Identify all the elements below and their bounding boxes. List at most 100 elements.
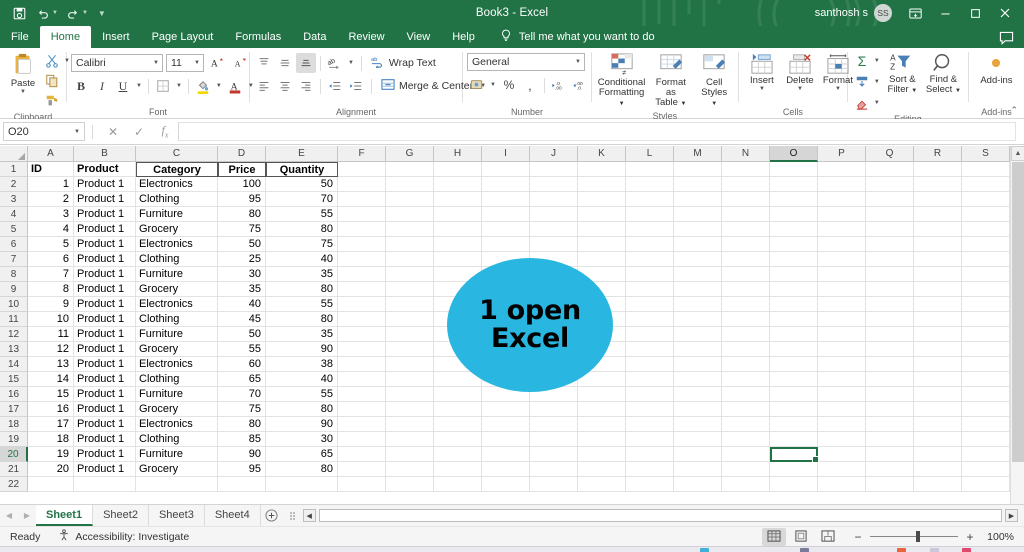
grid-cell[interactable] [818, 282, 866, 297]
grid-cell[interactable] [626, 297, 674, 312]
align-top-icon[interactable] [254, 53, 274, 73]
grid-cell[interactable] [338, 252, 386, 267]
grid-cell[interactable] [818, 222, 866, 237]
grid-cell[interactable] [962, 447, 1010, 462]
column-title-cell[interactable] [386, 162, 434, 177]
grid-cell[interactable]: Furniture [136, 447, 218, 462]
grid-cell[interactable] [482, 432, 530, 447]
grid-cell[interactable] [770, 207, 818, 222]
grid-cell[interactable]: 75 [266, 237, 338, 252]
grid-cell[interactable] [338, 207, 386, 222]
align-bottom-icon[interactable] [295, 53, 316, 73]
grid-cell[interactable] [674, 282, 722, 297]
grid-cell[interactable] [434, 222, 482, 237]
column-title-cell[interactable] [722, 162, 770, 177]
grid-cell[interactable]: Electronics [136, 417, 218, 432]
column-header-N[interactable]: N [722, 146, 770, 162]
grid-cell[interactable] [386, 357, 434, 372]
grid-cell[interactable] [962, 252, 1010, 267]
grid-cell[interactable] [578, 222, 626, 237]
column-title-cell[interactable] [962, 162, 1010, 177]
grid-cell[interactable]: 2 [28, 192, 74, 207]
grid-cell[interactable] [914, 192, 962, 207]
grid-cell[interactable]: Grocery [136, 342, 218, 357]
underline-dropdown-icon[interactable]: ▼ [134, 83, 144, 89]
tab-home[interactable]: Home [39, 26, 92, 48]
grid-cell[interactable]: Product 1 [74, 417, 136, 432]
grid-cell[interactable]: 14 [28, 372, 74, 387]
row-header-6[interactable]: 6 [0, 237, 28, 252]
grid-cell[interactable] [674, 447, 722, 462]
grid-cell[interactable] [338, 417, 386, 432]
column-title-cell[interactable]: Quantity [266, 162, 338, 177]
grid-cell[interactable] [770, 222, 818, 237]
column-header-O[interactable]: O [770, 146, 818, 162]
grid-cell[interactable] [914, 252, 962, 267]
column-header-S[interactable]: S [962, 146, 1010, 162]
autosum-icon[interactable]: Σ [852, 51, 872, 71]
grid-cell[interactable] [770, 447, 818, 462]
grid-cell[interactable] [386, 462, 434, 477]
grid-cell[interactable]: Product 1 [74, 372, 136, 387]
grid-cell[interactable]: 40 [266, 372, 338, 387]
borders-icon[interactable] [153, 76, 173, 96]
grid-cell[interactable] [866, 432, 914, 447]
tab-formulas[interactable]: Formulas [224, 26, 292, 48]
insert-cells-button[interactable]: Insert ▼ [743, 52, 781, 93]
grid-cell[interactable] [434, 417, 482, 432]
grid-cell[interactable]: 25 [218, 252, 266, 267]
grid-cell[interactable]: Clothing [136, 372, 218, 387]
grid-cell[interactable] [338, 282, 386, 297]
grid-cell[interactable] [674, 432, 722, 447]
column-header-H[interactable]: H [434, 146, 482, 162]
grid-cell[interactable] [962, 267, 1010, 282]
grid-cell[interactable]: Clothing [136, 252, 218, 267]
grid-cell[interactable] [386, 327, 434, 342]
grid-cell[interactable]: Electronics [136, 177, 218, 192]
grid-cell[interactable] [914, 357, 962, 372]
grid-cell[interactable] [578, 417, 626, 432]
grid-cell[interactable]: 75 [218, 222, 266, 237]
column-title-cell[interactable] [770, 162, 818, 177]
grid-cell[interactable] [338, 237, 386, 252]
grid-cell[interactable] [866, 192, 914, 207]
grid-cell[interactable] [674, 312, 722, 327]
grid-cell[interactable] [818, 192, 866, 207]
tab-view[interactable]: View [396, 26, 442, 48]
grid-cell[interactable]: 30 [266, 432, 338, 447]
grid-cell[interactable] [674, 297, 722, 312]
grid-cell[interactable]: 15 [28, 387, 74, 402]
grid-cell[interactable] [866, 237, 914, 252]
grid-cell[interactable] [866, 327, 914, 342]
column-header-I[interactable]: I [482, 146, 530, 162]
grid-cell[interactable] [338, 177, 386, 192]
grid-cell[interactable]: 55 [218, 342, 266, 357]
grid-cell[interactable]: Product 1 [74, 447, 136, 462]
column-header-B[interactable]: B [74, 146, 136, 162]
grid-cell[interactable] [818, 462, 866, 477]
column-header-Q[interactable]: Q [866, 146, 914, 162]
grid-cell[interactable] [28, 477, 74, 492]
grid-cell[interactable] [866, 252, 914, 267]
grid-cell[interactable] [674, 372, 722, 387]
tab-insert[interactable]: Insert [91, 26, 141, 48]
grid-cell[interactable] [722, 222, 770, 237]
grid-cell[interactable] [722, 252, 770, 267]
fill-dropdown-icon[interactable]: ▼ [872, 79, 882, 85]
borders-dropdown-icon[interactable]: ▼ [174, 83, 184, 89]
grid-cell[interactable] [530, 447, 578, 462]
grid-cell[interactable] [338, 372, 386, 387]
grid-cell[interactable]: 80 [266, 312, 338, 327]
grid-cell[interactable] [578, 477, 626, 492]
grid-cell[interactable] [818, 312, 866, 327]
grid-cell[interactable] [770, 342, 818, 357]
grid-cell[interactable] [818, 177, 866, 192]
comments-icon[interactable] [999, 31, 1014, 48]
taskbar-icon[interactable] [700, 548, 709, 552]
grid-cell[interactable] [818, 387, 866, 402]
grid-cell[interactable] [674, 402, 722, 417]
row-header-21[interactable]: 21 [0, 462, 28, 477]
grid-cell[interactable]: 9 [28, 297, 74, 312]
grid-cell[interactable] [434, 237, 482, 252]
grid-cell[interactable] [338, 432, 386, 447]
